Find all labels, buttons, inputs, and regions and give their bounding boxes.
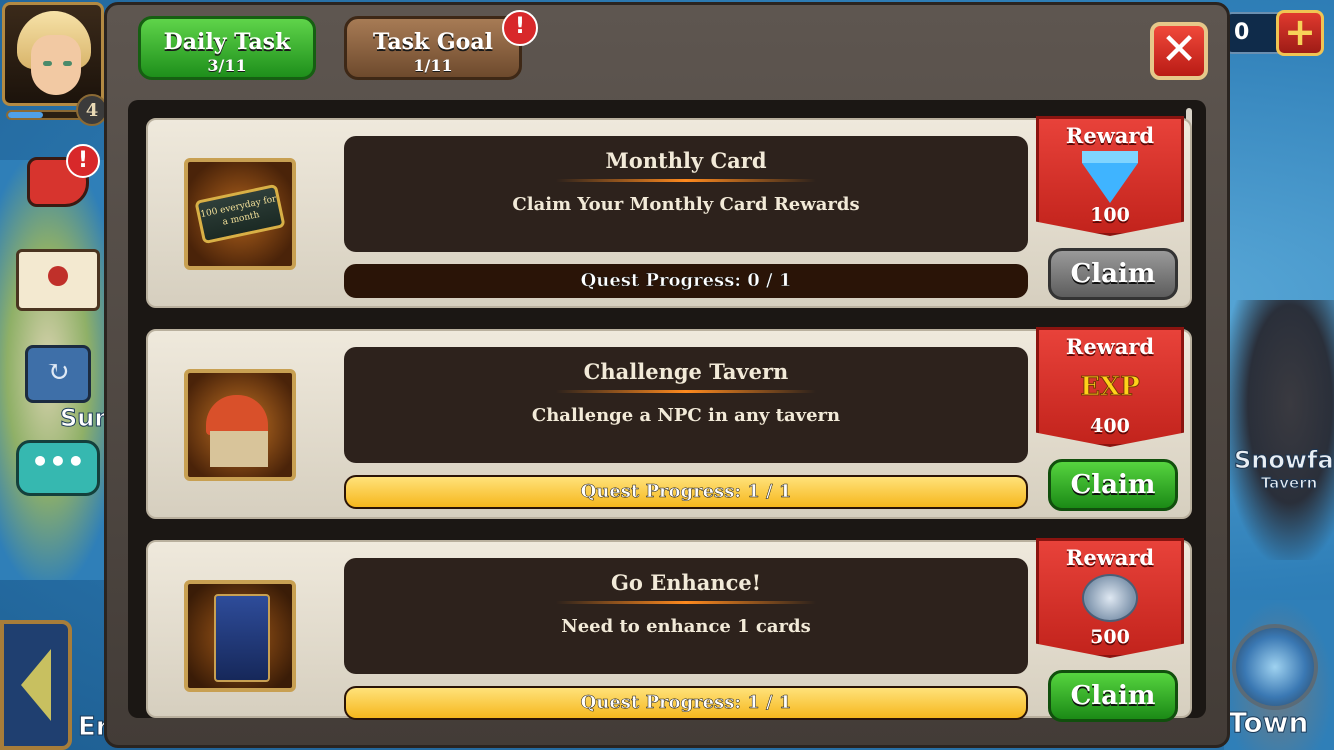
monthly-card-icon: 100 everyday for a month	[184, 158, 296, 270]
add-currency-button[interactable]: +	[1276, 10, 1324, 56]
avatar-eye	[43, 61, 52, 66]
quest-description-box: Challenge Tavern Challenge a NPC in any …	[344, 347, 1028, 463]
tab-task-goal[interactable]: Task Goal 1/11	[344, 16, 522, 80]
xp-fill	[8, 112, 44, 118]
snowfall-tavern-label[interactable]: Snowfall Tavern	[1233, 446, 1334, 493]
location-type: Tavern	[1260, 474, 1318, 493]
replay-camera-button[interactable]: ↻	[16, 344, 100, 404]
player-avatar[interactable]	[2, 2, 104, 106]
reward-value: 500	[1090, 626, 1130, 648]
quest-description-box: Monthly Card Claim Your Monthly Card Rew…	[344, 136, 1028, 252]
tab-count: 1/11	[413, 56, 453, 75]
reward-ribbon: Reward 500	[1036, 538, 1184, 658]
quest-title: Challenge Tavern	[583, 359, 789, 384]
camera-icon: ↻	[25, 345, 91, 403]
town-button-label[interactable]: Town	[1227, 706, 1308, 740]
quest-progress-bar: Quest Progress: 0 / 1	[344, 264, 1028, 298]
reward-value: 400	[1090, 415, 1130, 437]
quest-description-box: Go Enhance! Need to enhance 1 cards	[344, 558, 1028, 674]
progress-text: Quest Progress: 1 / 1	[580, 692, 792, 714]
ticket-text: 100 everyday for a month	[199, 194, 278, 228]
reward-value: 100	[1090, 204, 1130, 226]
claim-button[interactable]: Claim	[1048, 459, 1178, 511]
progress-text: Quest Progress: 1 / 1	[580, 481, 792, 503]
diamond-icon	[1082, 151, 1138, 203]
avatar-face	[31, 35, 81, 95]
reward-ribbon: Reward 100	[1036, 116, 1184, 236]
tab-label: Task Goal	[373, 29, 493, 55]
tavern-roof	[206, 395, 268, 435]
chat-bubble-icon: •••	[16, 440, 100, 496]
envelope-icon	[16, 249, 100, 311]
silver-coins-icon	[1082, 574, 1138, 622]
task-goal-alert-badge: !	[502, 10, 538, 46]
exp-icon: EXP	[1080, 372, 1141, 403]
hero-card-icon	[184, 580, 296, 692]
reward-label: Reward	[1065, 123, 1155, 148]
title-divider	[556, 179, 816, 182]
title-divider	[556, 601, 816, 604]
avatar-eye	[63, 61, 72, 66]
tab-label: Daily Task	[163, 29, 291, 55]
reward-label: Reward	[1065, 334, 1155, 359]
mail-button[interactable]	[16, 249, 100, 311]
claim-button-disabled[interactable]: Claim	[1048, 248, 1178, 300]
reward-label: Reward	[1065, 545, 1155, 570]
tavern-wall	[210, 431, 268, 467]
tab-daily-task[interactable]: Daily Task 3/11	[138, 16, 316, 80]
previous-area-button[interactable]	[0, 620, 72, 750]
ticket-icon: 100 everyday for a month	[194, 183, 286, 245]
quest-description: Need to enhance 1 cards	[561, 616, 811, 637]
progress-text: Quest Progress: 0 / 1	[580, 270, 792, 292]
location-name: Snowfall	[1233, 446, 1334, 475]
quest-title: Go Enhance!	[610, 570, 762, 595]
quest-description: Claim Your Monthly Card Rewards	[512, 194, 860, 215]
quest-description: Challenge a NPC in any tavern	[531, 405, 841, 426]
left-arrow-icon	[21, 649, 51, 721]
close-icon: ✕	[1160, 24, 1198, 75]
close-button[interactable]: ✕	[1150, 22, 1208, 80]
title-divider	[556, 390, 816, 393]
quest-progress-bar: Quest Progress: 1 / 1	[344, 475, 1028, 509]
snowfall-tavern-rock	[1224, 300, 1334, 560]
tab-count: 3/11	[207, 56, 247, 75]
quest-progress-bar: Quest Progress: 1 / 1	[344, 686, 1028, 720]
plus-icon: +	[1284, 10, 1316, 54]
quest-card-monthly-card: 100 everyday for a month Monthly Card Cl…	[146, 116, 1192, 308]
tavern-icon	[184, 369, 296, 481]
claim-button[interactable]: Claim	[1048, 670, 1178, 722]
chat-button[interactable]: •••	[16, 438, 100, 498]
hero-card	[214, 594, 270, 682]
announcement-alert-badge: !	[66, 144, 100, 178]
quest-title: Monthly Card	[605, 148, 767, 173]
reward-ribbon: Reward EXP 400	[1036, 327, 1184, 447]
quest-card-challenge-tavern: Challenge Tavern Challenge a NPC in any …	[146, 327, 1192, 519]
town-portal-icon[interactable]	[1232, 624, 1318, 710]
quest-card-go-enhance: Go Enhance! Need to enhance 1 cards Ques…	[146, 538, 1192, 722]
